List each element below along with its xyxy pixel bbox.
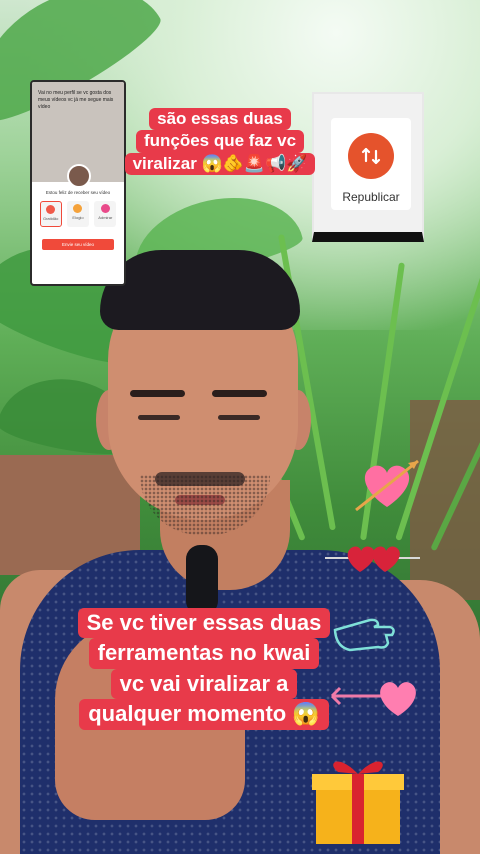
microphone	[186, 545, 218, 615]
double-heart-sticker	[325, 546, 420, 572]
right-eye	[218, 415, 260, 420]
caption-line: qualquer momento 😱	[79, 699, 329, 730]
left-eye	[138, 415, 180, 420]
thumbnail-caption: Vai no meu perfil se vc gosta dos meus v…	[38, 90, 114, 110]
heart-icon	[46, 205, 56, 214]
option-admirar: Admirar	[94, 201, 117, 227]
sheet-title: Estou feliz de receber seu vídeo	[45, 190, 111, 195]
caption-bottom: Se vc tiver essas duas ferramentas no kw…	[64, 608, 344, 730]
repost-button	[348, 133, 394, 179]
heart-arrow-sticker	[355, 459, 419, 512]
caption-line: funções que faz vc	[135, 130, 305, 153]
option-label: Gratidão	[42, 216, 59, 221]
caption-line: Se vc tiver essas duas	[77, 608, 331, 639]
thumbnail-video-area: Vai no meu perfil se vc gosta dos meus v…	[32, 82, 124, 188]
avatar	[67, 164, 91, 188]
option-gratidao: Gratidão	[39, 201, 62, 227]
caption-line: vc vai viralizar a	[110, 668, 298, 700]
gift-box-sticker	[312, 761, 404, 844]
caption-line: ferramentas no kwai	[88, 638, 320, 669]
send-video-button: Envie seu vídeo	[42, 239, 114, 250]
left-eyebrow	[130, 390, 185, 397]
flame-icon	[73, 204, 83, 213]
repost-icon	[361, 147, 381, 165]
screenshot-thumbnail-right: Republicar	[312, 92, 424, 242]
option-row: Gratidão Elogio Admirar	[37, 201, 119, 227]
option-label: Elogio	[72, 215, 84, 220]
option-elogio: Elogio	[66, 201, 89, 227]
caption-top: são essas duas funções que faz vc virali…	[120, 108, 320, 176]
repost-card: Republicar	[331, 118, 411, 210]
gift-sheet: Estou feliz de receber seu vídeo Gratidã…	[32, 182, 124, 250]
option-label: Admirar	[98, 215, 113, 220]
repost-label: Republicar	[342, 190, 400, 204]
video-frame: Vai no meu perfil se vc gosta dos meus v…	[0, 0, 480, 854]
star-icon	[100, 204, 110, 213]
caption-line: viralizar 😱🫵🚨📢🚀	[124, 152, 316, 176]
caption-line: são essas duas	[149, 108, 291, 131]
right-eyebrow	[212, 390, 267, 397]
hair	[100, 250, 300, 330]
screenshot-thumbnail-left: Vai no meu perfil se vc gosta dos meus v…	[30, 80, 126, 286]
